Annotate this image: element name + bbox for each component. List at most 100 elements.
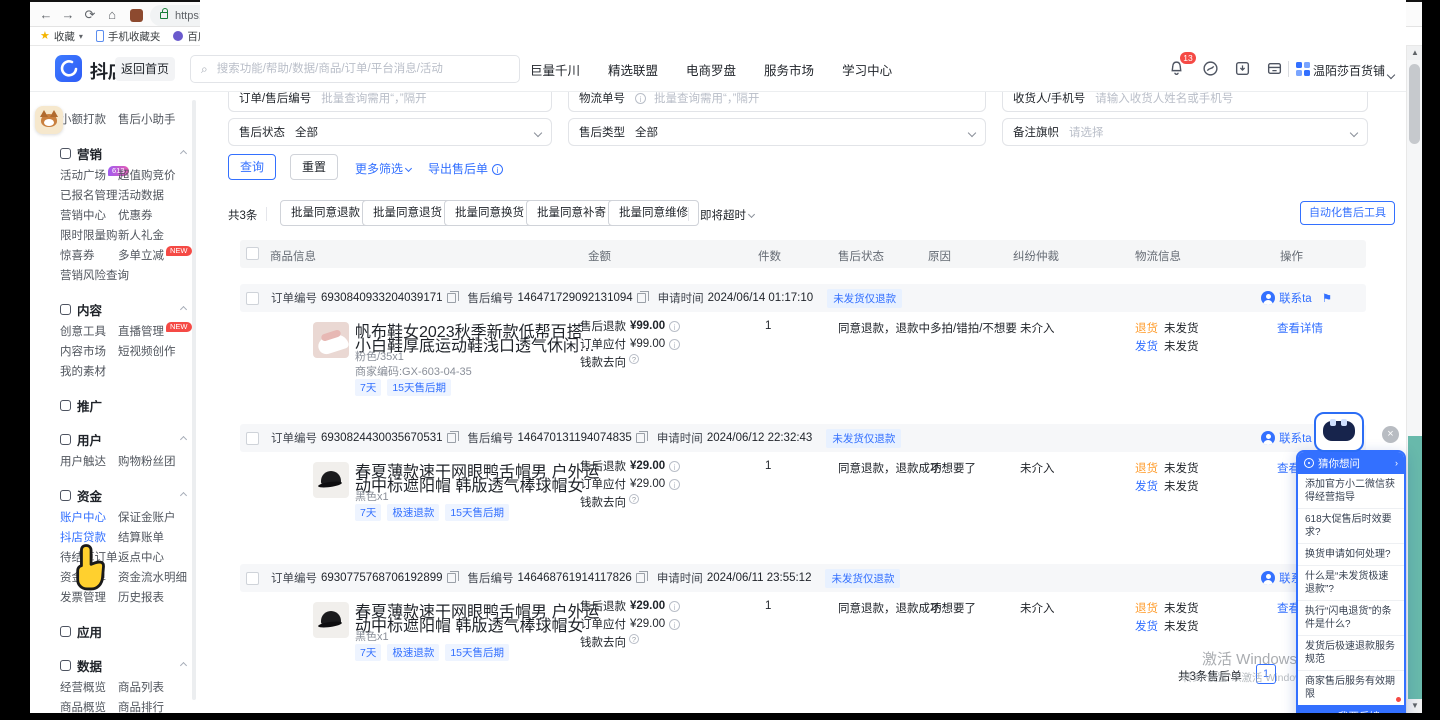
assistant-robot-icon[interactable]	[1314, 412, 1364, 452]
auto-aftersale-tool-button[interactable]: 自动化售后工具	[1300, 201, 1395, 225]
chevron-up-icon[interactable]	[180, 150, 187, 157]
batch-button-批量同意退货[interactable]: 批量同意退货	[362, 200, 453, 226]
sidebar-item-购物粉丝团[interactable]: 购物粉丝团	[118, 452, 200, 472]
shop-grid-icon[interactable]	[1296, 62, 1310, 76]
sidebar-item-商品排行[interactable]: 商品排行	[118, 698, 200, 713]
status-select[interactable]: 售后状态 全部	[228, 118, 552, 146]
query-button[interactable]: 查询	[228, 154, 276, 180]
chevron-up-icon[interactable]	[180, 306, 187, 313]
sidebar-item-资金流水明细[interactable]: 资金流水明细	[118, 568, 200, 588]
chevron-down-icon[interactable]	[1388, 65, 1394, 83]
sidebar-section-title[interactable]: 应用	[30, 620, 200, 642]
sidebar-item-新人礼金[interactable]: 新人礼金	[118, 226, 200, 246]
service-icon[interactable]	[1202, 60, 1219, 82]
product-image[interactable]	[313, 602, 349, 638]
copy-icon[interactable]	[447, 573, 456, 583]
sidebar-item-多单立减[interactable]: 多单立减NEW	[118, 246, 200, 266]
nav-item-服务市场[interactable]: 服务市场	[764, 60, 814, 79]
sidebar-item-我的素材[interactable]: 我的素材	[60, 362, 118, 382]
sidebar-item-历史报表[interactable]: 历史报表	[118, 588, 200, 608]
assistant-question[interactable]: 商家售后服务有效期限	[1298, 671, 1404, 705]
scrollbar-thumb[interactable]	[1409, 64, 1420, 144]
home-icon[interactable]: ⌂	[102, 6, 122, 24]
select-all-checkbox[interactable]	[246, 247, 259, 260]
batch-button-批量同意换货[interactable]: 批量同意换货	[444, 200, 535, 226]
sidebar-section-title[interactable]: 内容	[30, 298, 200, 320]
logistics-label[interactable]: 发货	[1135, 481, 1158, 493]
back-icon[interactable]: ←	[36, 6, 56, 24]
logistics-label[interactable]: 退货	[1135, 323, 1158, 335]
sidebar-item-商品列表[interactable]: 商品列表	[118, 678, 200, 698]
feedback-button[interactable]: 我要反馈	[1298, 705, 1404, 713]
bookmark-item[interactable]: 手机收藏夹	[96, 29, 161, 44]
money-flow-link[interactable]: 钱款去向?	[580, 354, 639, 370]
row-checkbox[interactable]	[246, 432, 259, 445]
sidebar-item-保证金账户[interactable]: 保证金账户	[118, 508, 200, 528]
type-select[interactable]: 售后类型 全部	[568, 118, 986, 146]
assistant-question[interactable]: 添加官方小二微信获得经营指导	[1298, 474, 1404, 509]
download-center-icon[interactable]	[1234, 60, 1251, 82]
nav-item-精选联盟[interactable]: 精选联盟	[608, 60, 658, 79]
browser-scrollbar[interactable]: ▲ ▼	[1406, 46, 1422, 713]
sidebar-item-营销中心[interactable]: 营销中心	[60, 206, 118, 226]
assistant-panel-header[interactable]: 猜你想问 ›	[1298, 452, 1404, 474]
sidebar-section-title[interactable]: 营销	[30, 142, 200, 164]
assistant-question[interactable]: 发货后极速退款服务规范	[1298, 636, 1404, 671]
sidebar-item-惊喜券[interactable]: 惊喜券	[60, 246, 118, 266]
doudian-logo-icon[interactable]	[55, 55, 82, 82]
back-home-button[interactable]: 返回首页	[115, 57, 175, 81]
sidebar-item-创意工具[interactable]: 创意工具	[60, 322, 118, 342]
sidebar-item-内容市场[interactable]: 内容市场	[60, 342, 118, 362]
chevron-up-icon[interactable]	[180, 492, 187, 499]
batch-button-批量同意维修[interactable]: 批量同意维修	[608, 200, 699, 226]
sidebar-section-title[interactable]: 推广	[30, 394, 200, 416]
product-image[interactable]	[313, 462, 349, 498]
sidebar-item-账户中心[interactable]: 账户中心	[60, 508, 118, 528]
shop-name[interactable]: 温陌莎百货铺	[1313, 62, 1385, 79]
copy-icon[interactable]	[636, 573, 645, 583]
row-checkbox[interactable]	[246, 292, 259, 305]
sidebar-item-结算账单[interactable]: 结算账单	[118, 528, 200, 548]
fox-extension-icon[interactable]	[35, 106, 63, 134]
assistant-question[interactable]: 618大促售后时效要求?	[1298, 509, 1404, 544]
money-flow-link[interactable]: 钱款去向?	[580, 494, 639, 510]
export-link[interactable]: 导出售后单i	[428, 160, 503, 177]
sidebar-item-用户触达[interactable]: 用户触达	[60, 452, 118, 472]
row-checkbox[interactable]	[246, 572, 259, 585]
copy-icon[interactable]	[447, 433, 456, 443]
copy-icon[interactable]	[637, 293, 646, 303]
sidebar-item-售后小助手[interactable]: 售后小助手	[118, 110, 200, 130]
sidebar-item-限时限量购[interactable]: 限时限量购	[60, 226, 118, 246]
sidebar-item-经营概览[interactable]: 经营概览	[60, 678, 118, 698]
app-search-input[interactable]	[215, 62, 509, 76]
logistics-label[interactable]: 发货	[1135, 621, 1158, 633]
scroll-up-icon[interactable]: ▲	[1407, 46, 1422, 60]
sidebar-section-title[interactable]: 数据	[30, 654, 200, 676]
contact-ta-link[interactable]: 联系ta⚑	[1261, 290, 1332, 306]
nav-item-巨量千川[interactable]: 巨量千川	[530, 60, 580, 79]
sidebar-item-超值购竞价[interactable]: 超值购竞价	[118, 166, 200, 186]
nav-item-学习中心[interactable]: 学习中心	[842, 60, 892, 79]
nav-item-电商罗盘[interactable]: 电商罗盘	[686, 60, 736, 79]
workbench-icon[interactable]	[1266, 60, 1283, 82]
product-title-line2[interactable]: 动中标遮阳帽 韩版透气棒球帽女	[355, 612, 583, 636]
sidebar-item-返点中心[interactable]: 返点中心	[118, 548, 200, 568]
copy-icon[interactable]	[636, 433, 645, 443]
sidebar-item-活动数据[interactable]: 活动数据	[118, 186, 200, 206]
product-image[interactable]	[313, 322, 349, 358]
chevron-up-icon[interactable]	[180, 436, 187, 443]
batch-button-批量同意补寄[interactable]: 批量同意补寄	[526, 200, 617, 226]
copy-icon[interactable]	[447, 293, 456, 303]
sidebar-item-短视频创作[interactable]: 短视频创作	[118, 342, 200, 362]
app-search-box[interactable]: ⌕	[190, 55, 520, 83]
chevron-up-icon[interactable]	[180, 662, 187, 669]
sidebar-section-title[interactable]: 资金	[30, 484, 200, 506]
timeout-filter[interactable]: 即将超时	[700, 207, 754, 223]
more-filters-link[interactable]: 更多筛选	[355, 160, 411, 177]
close-icon[interactable]: ×	[1382, 426, 1399, 443]
logistics-label[interactable]: 发货	[1135, 341, 1158, 353]
bookmark-item[interactable]: ★收藏▾	[40, 29, 83, 44]
sidebar-item-商品概览[interactable]: 商品概览	[60, 698, 118, 713]
scroll-down-icon[interactable]: ▼	[1407, 699, 1422, 713]
logistics-label[interactable]: 退货	[1135, 603, 1158, 615]
